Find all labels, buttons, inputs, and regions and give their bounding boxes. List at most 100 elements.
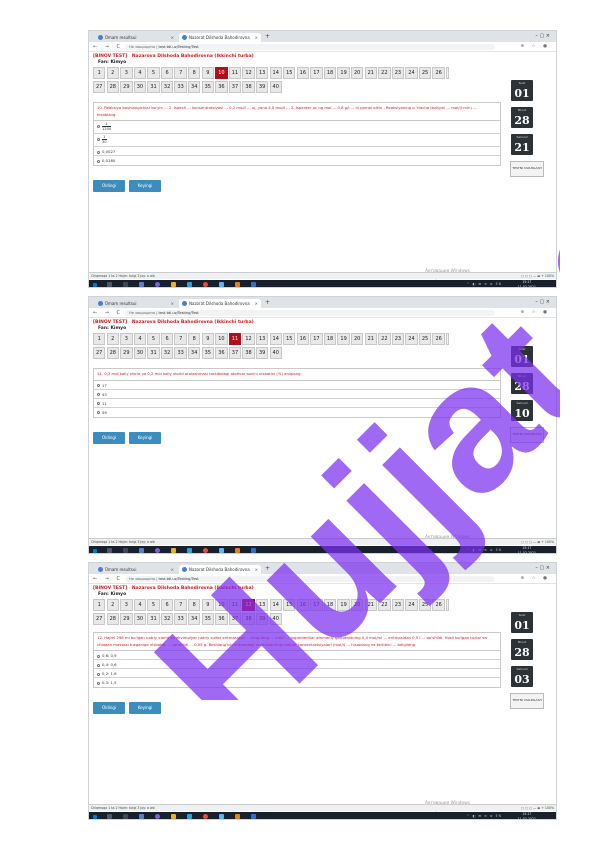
question-number-button[interactable]: 8	[188, 67, 201, 79]
close-tab-icon[interactable]: ×	[171, 565, 174, 574]
question-number-button[interactable]: 15	[283, 67, 296, 79]
question-number-button[interactable]: 36	[215, 613, 228, 625]
question-number-button[interactable]: 2	[106, 599, 119, 611]
question-number-button[interactable]: 26	[432, 333, 445, 345]
window-controls[interactable]: – ▢ ×	[535, 564, 550, 572]
browser-tab[interactable]: Ümam resultsui ×	[95, 33, 177, 42]
store-icon[interactable]	[187, 548, 192, 553]
question-number-button[interactable]: 13	[255, 333, 269, 345]
question-number-button[interactable]: 14	[269, 67, 282, 79]
telegram-icon[interactable]	[219, 282, 224, 287]
browser-tab[interactable]: Ümam resultsui ×	[95, 565, 177, 574]
folder-icon[interactable]	[171, 548, 176, 553]
scrollbar[interactable]	[446, 67, 450, 79]
edge-icon[interactable]	[139, 548, 144, 553]
folder-icon[interactable]	[171, 814, 176, 819]
question-number-button[interactable]: 36	[215, 347, 228, 359]
question-number-button[interactable]: 31	[147, 81, 160, 93]
question-number-button[interactable]: 22	[378, 599, 391, 611]
system-tray[interactable]: ^ ◧ ⊞ ≋ ⊜ EN	[467, 280, 502, 287]
question-number-button[interactable]: 31	[147, 347, 160, 359]
previous-button[interactable]: Oldingi	[93, 702, 125, 714]
question-number-button[interactable]: 23	[391, 67, 405, 79]
question-number-button[interactable]: 32	[160, 613, 174, 625]
finish-test-button[interactable]: TESTNI YAKUNLASH	[510, 161, 544, 177]
question-number-button[interactable]: 20	[350, 333, 364, 345]
question-number-button[interactable]: 2	[106, 67, 119, 79]
search-icon[interactable]	[107, 814, 112, 819]
answer-option[interactable]: 43	[94, 390, 500, 399]
question-number-button[interactable]: 18	[323, 67, 337, 79]
question-number-button[interactable]: 12	[242, 333, 255, 345]
question-number-button[interactable]: 40	[269, 81, 282, 93]
question-number-button[interactable]: 13	[255, 67, 269, 79]
question-number-button[interactable]: 10	[215, 333, 228, 345]
question-number-button[interactable]: 11	[228, 599, 242, 611]
question-number-button[interactable]: 6	[160, 333, 174, 345]
finish-test-button[interactable]: TESTNI YAKUNLASH	[510, 693, 544, 709]
radio-button[interactable]	[97, 402, 100, 405]
answer-option[interactable]: 0,6: 0,9	[94, 651, 500, 660]
question-number-button[interactable]: 24	[405, 333, 418, 345]
window-controls[interactable]: – ▢ ×	[535, 32, 550, 40]
extension-icons[interactable]: ⊕ ☆ ●	[520, 309, 550, 317]
question-number-button[interactable]: 28	[106, 347, 119, 359]
question-number-button[interactable]: 27	[93, 81, 106, 93]
edge-icon[interactable]	[139, 282, 144, 287]
new-tab-button[interactable]: +	[265, 33, 270, 41]
next-button[interactable]: Keyingi	[129, 432, 161, 444]
browser-tab[interactable]: Ümam resultsui ×	[95, 299, 177, 308]
store-icon[interactable]	[187, 282, 192, 287]
question-number-button[interactable]: 22	[378, 67, 391, 79]
question-number-button[interactable]: 14	[269, 599, 282, 611]
answer-option[interactable]: 1 1200	[94, 121, 500, 134]
scrollbar[interactable]	[446, 599, 450, 611]
question-number-button[interactable]: 18	[323, 333, 337, 345]
question-number-button[interactable]: 5	[147, 333, 160, 345]
task-view-icon[interactable]	[123, 282, 128, 287]
navigation-buttons[interactable]: ← → C	[93, 43, 123, 51]
scrollbar[interactable]	[446, 333, 450, 345]
radio-button[interactable]	[97, 137, 100, 141]
radio-button[interactable]	[97, 672, 100, 676]
question-number-button[interactable]: 24	[405, 67, 418, 79]
chrome-icon[interactable]	[203, 814, 208, 819]
question-number-button[interactable]: 18	[323, 599, 337, 611]
search-icon[interactable]	[107, 282, 112, 287]
question-number-button[interactable]: 3	[120, 599, 133, 611]
answer-option[interactable]: 0,0027	[94, 147, 500, 156]
question-number-button[interactable]: 33	[174, 613, 187, 625]
question-number-button[interactable]: 38	[242, 347, 255, 359]
question-number-button[interactable]: 9	[201, 67, 215, 79]
question-number-button[interactable]: 9	[201, 599, 215, 611]
question-number-button[interactable]: 10	[215, 599, 228, 611]
question-number-button[interactable]: 39	[255, 81, 269, 93]
question-number-button[interactable]: 1	[93, 599, 106, 611]
question-number-button[interactable]: 6	[160, 67, 174, 79]
close-tab-icon[interactable]: ×	[171, 33, 174, 42]
question-number-button[interactable]: 39	[255, 347, 269, 359]
question-number-button[interactable]: 23	[391, 599, 405, 611]
question-number-button[interactable]: 20	[350, 67, 364, 79]
question-number-button[interactable]: 16	[296, 599, 310, 611]
window-controls[interactable]: – ▢ ×	[535, 298, 550, 306]
answer-option[interactable]: 1 30	[94, 134, 500, 147]
radio-button[interactable]	[97, 393, 100, 396]
url-field[interactable]: Не защищено | test.tdi.uz/Testing/Test	[125, 576, 495, 582]
question-number-button[interactable]: 4	[133, 599, 147, 611]
telegram-icon[interactable]	[219, 548, 224, 553]
radio-button[interactable]	[97, 150, 100, 154]
app2-icon[interactable]	[235, 282, 240, 287]
chrome-icon[interactable]	[203, 548, 208, 553]
question-number-button[interactable]: 15	[283, 599, 296, 611]
question-number-button[interactable]: 32	[160, 347, 174, 359]
question-number-button[interactable]: 21	[364, 333, 377, 345]
question-number-button[interactable]: 27	[93, 613, 106, 625]
question-number-button[interactable]: 21	[364, 599, 377, 611]
radio-button[interactable]	[97, 654, 100, 658]
question-number-button[interactable]: 26	[432, 67, 445, 79]
radio-button[interactable]	[97, 159, 100, 163]
question-number-button[interactable]: 17	[310, 67, 323, 79]
question-number-button[interactable]: 33	[174, 81, 187, 93]
question-number-button[interactable]: 11	[228, 333, 242, 345]
